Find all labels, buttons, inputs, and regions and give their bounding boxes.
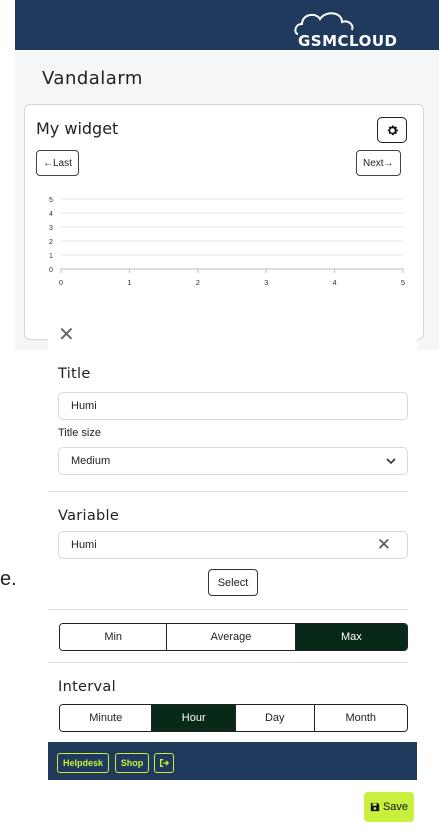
aggregation-average[interactable]: Average — [167, 624, 296, 650]
aggregation-toggle: Min Average Max — [59, 623, 408, 651]
variable-section-label: Variable — [58, 508, 120, 524]
interval-hour[interactable]: Hour — [152, 705, 236, 731]
helpdesk-button[interactable]: Helpdesk — [57, 753, 109, 773]
logout-button[interactable] — [154, 753, 174, 773]
page-title: Vandalarm — [42, 68, 143, 89]
last-button[interactable]: ←Last — [36, 150, 79, 176]
interval-minute[interactable]: Minute — [60, 705, 153, 731]
divider — [48, 662, 408, 663]
chevron-down-icon — [386, 458, 396, 465]
y-tick-label: 0 — [49, 267, 53, 274]
select-button[interactable]: Select — [208, 569, 258, 596]
truncated-text: e. — [0, 568, 17, 590]
y-tick-label: 1 — [49, 253, 53, 260]
interval-day-label: Day — [264, 712, 285, 724]
x-tick-label: 0 — [59, 278, 63, 287]
title-size-select[interactable]: Medium — [58, 447, 408, 475]
top-header: GSMCLOUD — [15, 0, 439, 50]
title-input[interactable]: Humi — [58, 392, 408, 420]
save-label: Save — [382, 801, 409, 813]
interval-minute-label: Minute — [89, 712, 123, 724]
divider — [48, 609, 408, 610]
y-tick-label: 3 — [49, 225, 53, 232]
interval-day[interactable]: Day — [235, 705, 315, 731]
x-tick-label: 4 — [333, 278, 337, 287]
floppy-disk-icon — [370, 802, 380, 812]
title-size-value: Medium — [71, 455, 111, 467]
next-button[interactable]: Next→ — [356, 150, 401, 176]
title-input-value: Humi — [71, 400, 97, 412]
widget-card: My widget ←Last Next→ 0 1 2 3 4 5 0 1 2 3 4 5 — [24, 104, 424, 340]
gear-icon — [387, 124, 398, 135]
aggregation-max-label: Max — [340, 631, 362, 643]
footer-bar: Helpdesk Shop — [48, 742, 417, 780]
divider — [48, 491, 408, 492]
close-icon[interactable]: ✕ — [58, 322, 75, 347]
aggregation-average-label: Average — [210, 631, 252, 643]
clear-icon[interactable]: ✕ — [377, 535, 391, 555]
y-tick-label: 4 — [49, 211, 53, 218]
x-tick-label: 5 — [401, 278, 405, 287]
aggregation-min[interactable]: Min — [60, 624, 168, 650]
x-tick-label: 3 — [264, 278, 268, 287]
y-tick-label: 5 — [49, 197, 53, 204]
y-tick-label: 2 — [49, 239, 53, 246]
aggregation-min-label: Min — [104, 631, 123, 643]
widget-title: My widget — [36, 119, 119, 138]
chart: 0 1 2 3 4 5 0 1 2 3 4 5 — [49, 197, 405, 287]
x-tick-label: 1 — [127, 278, 131, 287]
x-tick-label: 2 — [196, 278, 200, 287]
shop-button[interactable]: Shop — [115, 753, 149, 773]
title-size-label: Title size — [58, 427, 101, 439]
title-section-label: Title — [58, 366, 91, 382]
save-button[interactable]: Save — [364, 792, 414, 822]
widget-settings-button[interactable] — [377, 117, 407, 143]
logo-text: GSMCLOUD — [298, 32, 398, 50]
interval-toggle: Minute Hour Day Month — [59, 704, 408, 732]
interval-month[interactable]: Month — [314, 705, 407, 731]
logout-icon — [160, 759, 169, 767]
interval-month-label: Month — [345, 712, 377, 724]
interval-hour-label: Hour — [181, 712, 206, 724]
gsmcloud-logo[interactable]: GSMCLOUD — [294, 12, 404, 50]
variable-input[interactable]: Humi ✕ — [58, 531, 408, 559]
aggregation-max[interactable]: Max — [295, 624, 407, 650]
variable-input-value: Humi — [71, 539, 97, 551]
interval-section-label: Interval — [58, 679, 116, 695]
